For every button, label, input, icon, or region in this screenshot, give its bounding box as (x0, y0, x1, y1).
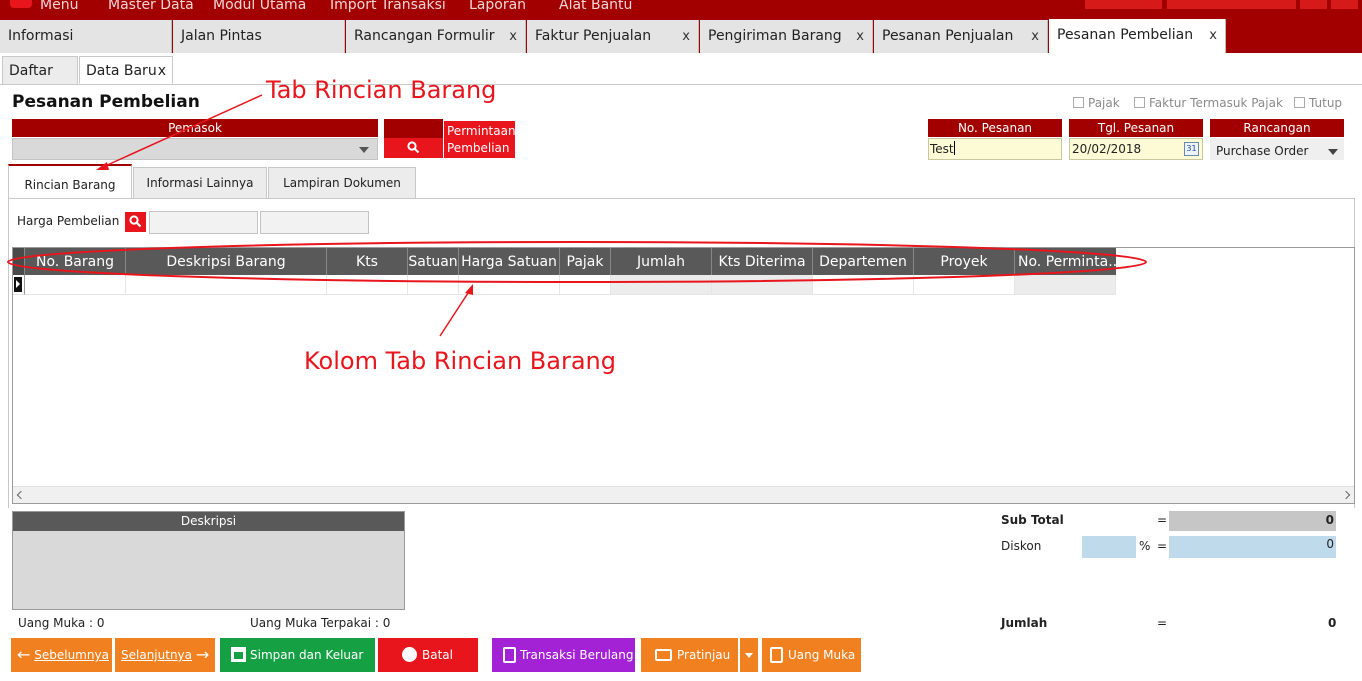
jumlah-value: 0 (1328, 616, 1337, 630)
arrow-left-icon: ← (17, 645, 31, 664)
jumlah-label: Jumlah (1001, 616, 1048, 630)
subtotal-value: 0 (1169, 511, 1336, 531)
save-and-close-button[interactable]: Simpan dan Keluar (220, 638, 375, 672)
deskripsi-textarea[interactable]: Deskripsi (12, 511, 405, 610)
stop-icon (402, 647, 417, 662)
annotation-arrow-line (439, 289, 471, 337)
annotation-arrow-head (96, 162, 109, 170)
diskon-label: Diskon (1001, 539, 1042, 553)
printer-icon (655, 649, 672, 661)
equals-sign: = (1157, 616, 1168, 630)
cancel-button[interactable]: Batal (378, 638, 478, 672)
save-icon (231, 647, 246, 662)
annotation-column-label: Kolom Tab Rincian Barang (304, 347, 616, 375)
uang-muka-text: Uang Muka : 0 (18, 616, 105, 630)
advance-payment-button[interactable]: Uang Muka (762, 638, 861, 672)
percent-sign: % (1139, 539, 1151, 553)
arrow-right-icon: → (195, 645, 210, 664)
next-button[interactable]: Selanjutnya → (115, 638, 215, 672)
document-icon (770, 647, 783, 663)
annotation-arrow-head (465, 284, 473, 295)
button-label: Selanjutnya (121, 648, 192, 662)
button-label: Sebelumnya (34, 648, 109, 662)
recurring-transaction-button[interactable]: Transaksi Berulang (492, 638, 635, 672)
chevron-down-icon (745, 653, 753, 658)
equals-sign: = (1157, 513, 1168, 527)
annotation-tab-label: Tab Rincian Barang (266, 76, 497, 104)
button-label: Simpan dan Keluar (250, 648, 364, 662)
preview-dropdown-button[interactable] (740, 638, 758, 672)
equals-sign: = (1157, 539, 1168, 553)
annotation-ellipse (7, 241, 1147, 283)
document-icon (503, 647, 516, 663)
uang-muka-terpakai-text: Uang Muka Terpakai : 0 (250, 616, 391, 630)
previous-button[interactable]: ← Sebelumnya (11, 638, 112, 672)
preview-button[interactable]: Pratinjau (641, 638, 738, 672)
subtotal-label: Sub Total (1001, 513, 1064, 527)
diskon-amount-input[interactable]: 0 (1169, 536, 1336, 558)
button-label: Transaksi Berulang (520, 648, 634, 662)
annotation-arrow-line (102, 94, 263, 168)
deskripsi-label: Deskripsi (13, 512, 404, 531)
diskon-percent-input[interactable] (1082, 536, 1136, 558)
